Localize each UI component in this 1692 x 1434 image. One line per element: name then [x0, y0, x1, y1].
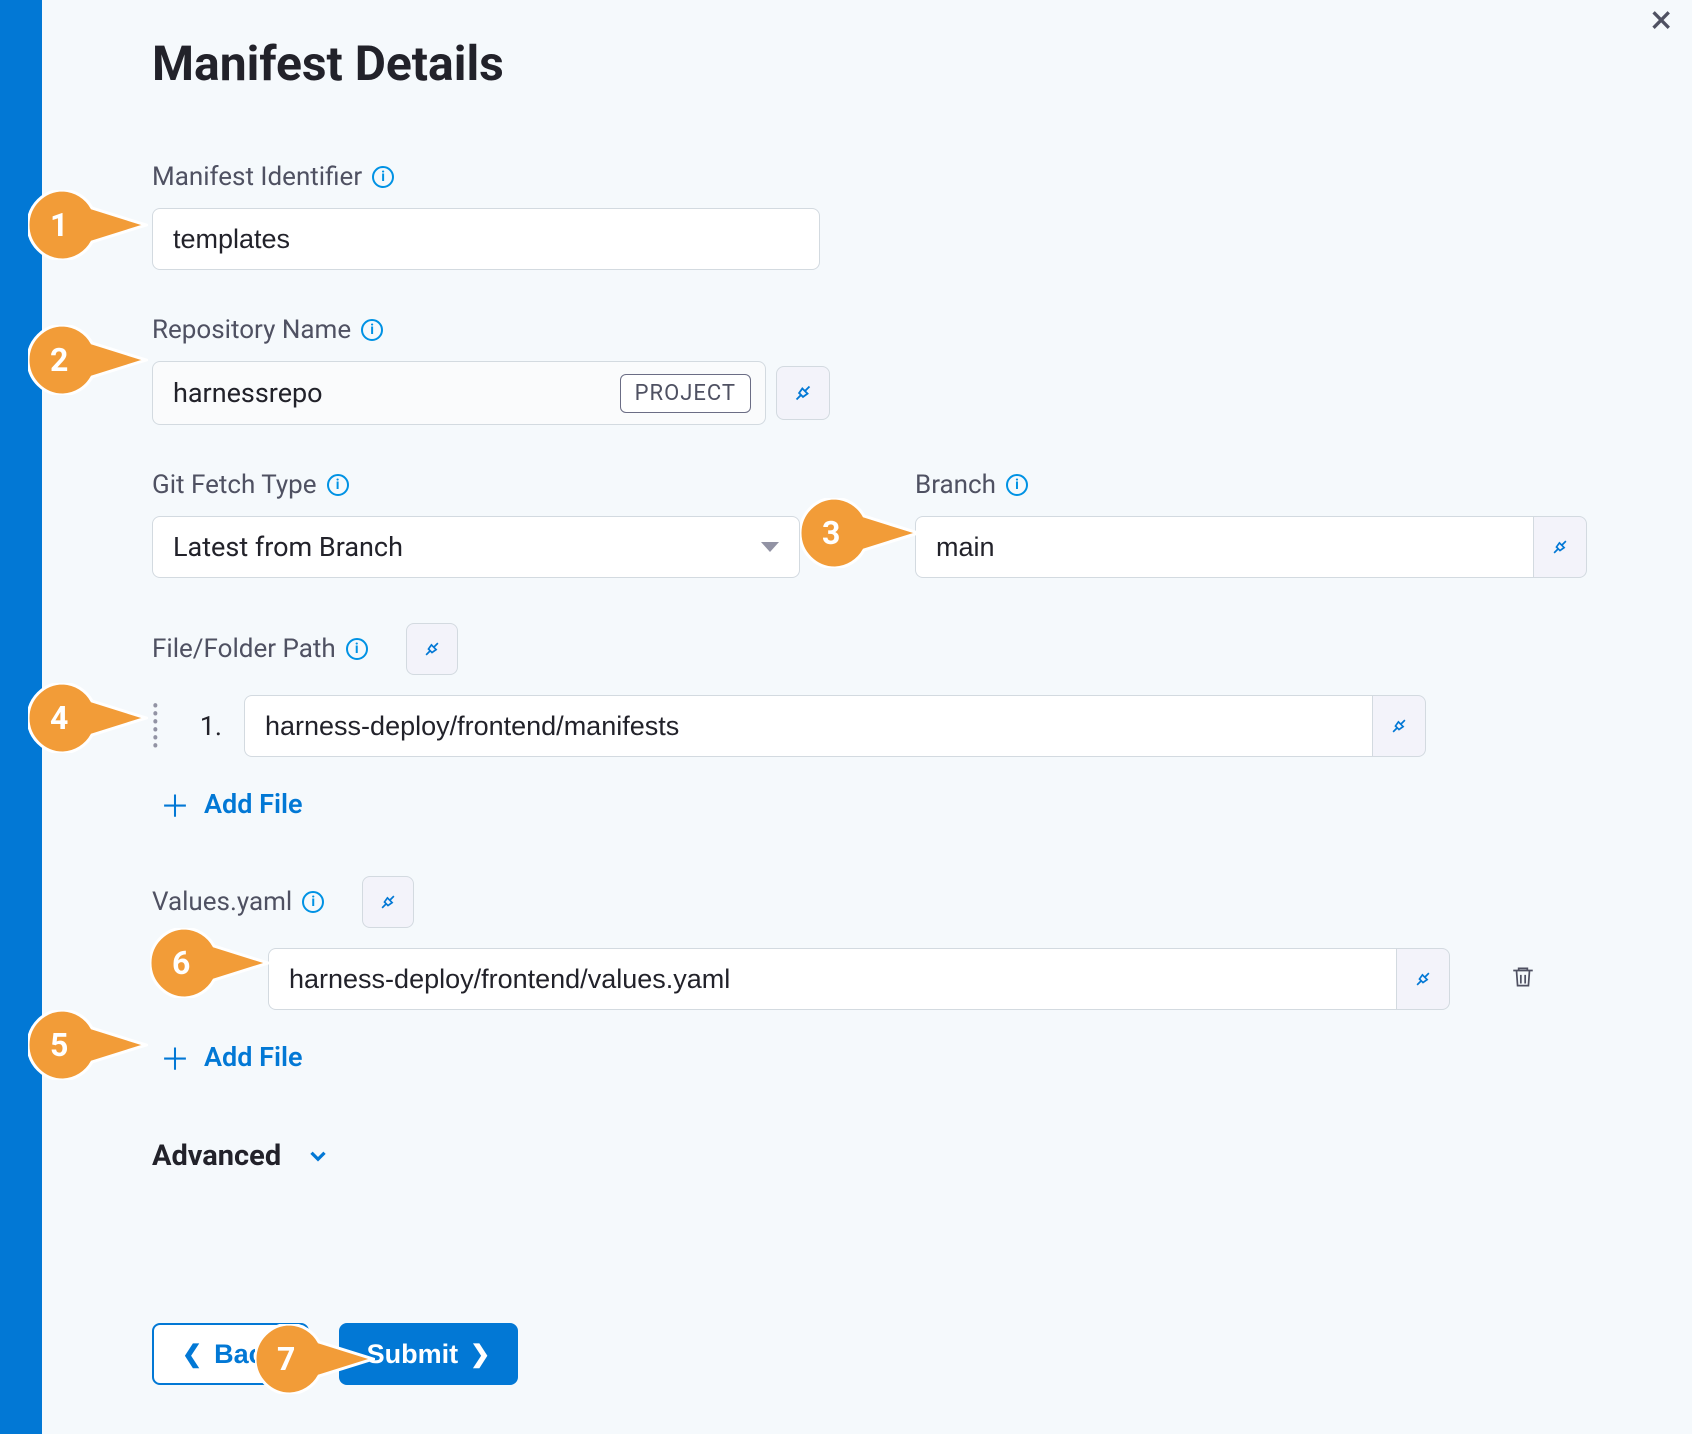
pin-icon — [1409, 965, 1437, 993]
pin-button[interactable] — [1396, 948, 1450, 1010]
add-file-label: Add File — [204, 788, 303, 820]
file-path-row: • •• •• • 1. — [152, 695, 1692, 757]
repository-name-select[interactable]: harnessrepo PROJECT — [152, 361, 766, 425]
delete-row-button[interactable] — [1510, 962, 1536, 996]
pin-icon — [418, 635, 446, 663]
pin-button[interactable] — [362, 876, 414, 928]
chevron-right-icon: ❯ — [470, 1340, 490, 1369]
info-icon[interactable]: i — [346, 638, 368, 660]
chevron-down-icon — [305, 1143, 331, 1169]
values-yaml-input[interactable] — [268, 948, 1396, 1010]
trash-icon — [1510, 962, 1536, 992]
values-yaml-label: Values.yaml — [152, 887, 292, 917]
add-file-button[interactable]: ＋ Add File — [160, 782, 303, 826]
field-values-yaml: Values.yaml i — [152, 876, 1692, 1010]
chevron-down-icon — [761, 542, 779, 552]
pin-button[interactable] — [406, 623, 458, 675]
pin-icon — [1546, 533, 1574, 561]
chevron-left-icon: ❮ — [182, 1340, 202, 1369]
row-index: 1. — [192, 710, 222, 742]
info-icon[interactable]: i — [361, 319, 383, 341]
page-title: Manifest Details — [152, 35, 1692, 92]
info-icon[interactable]: i — [327, 474, 349, 496]
field-branch: Branch i — [915, 470, 1587, 578]
branch-label: Branch — [915, 470, 996, 500]
file-folder-path-label: File/Folder Path — [152, 634, 336, 664]
pin-icon — [1385, 712, 1413, 740]
file-path-input[interactable] — [244, 695, 1372, 757]
manifest-identifier-label: Manifest Identifier — [152, 162, 362, 192]
scope-badge: PROJECT — [620, 374, 751, 413]
add-file-label: Add File — [204, 1041, 303, 1073]
field-git-fetch-type: Git Fetch Type i Latest from Branch — [152, 470, 800, 578]
field-manifest-identifier: Manifest Identifier i — [152, 162, 1692, 270]
field-repository-name: Repository Name i harnessrepo PROJECT — [152, 315, 1692, 425]
submit-label: Submit — [367, 1339, 459, 1370]
manifest-identifier-input[interactable] — [152, 208, 820, 270]
submit-button[interactable]: Submit ❯ — [339, 1323, 519, 1385]
plus-icon: ＋ — [160, 782, 190, 826]
values-yaml-row — [268, 948, 1692, 1010]
info-icon[interactable]: i — [372, 166, 394, 188]
git-fetch-type-label: Git Fetch Type — [152, 470, 317, 500]
advanced-label: Advanced — [152, 1139, 281, 1173]
pin-button[interactable] — [776, 366, 830, 420]
plus-icon: ＋ — [160, 1035, 190, 1079]
branch-input[interactable] — [915, 516, 1533, 578]
advanced-toggle[interactable]: Advanced — [152, 1139, 1692, 1173]
left-accent-stripe — [0, 0, 42, 1434]
git-fetch-type-value: Latest from Branch — [173, 531, 403, 563]
pin-icon — [787, 377, 818, 408]
info-icon[interactable]: i — [1006, 474, 1028, 496]
add-file-button[interactable]: ＋ Add File — [160, 1035, 303, 1079]
back-button[interactable]: ❮ Back — [152, 1323, 309, 1385]
pin-button[interactable] — [1533, 516, 1587, 578]
drag-handle-icon[interactable]: • •• •• • — [152, 702, 170, 750]
pin-button[interactable] — [1372, 695, 1426, 757]
back-label: Back — [214, 1339, 279, 1370]
field-file-folder-path: File/Folder Path i • •• •• • 1. — [152, 623, 1692, 757]
repository-name-value: harnessrepo — [173, 377, 323, 409]
git-fetch-type-select[interactable]: Latest from Branch — [152, 516, 800, 578]
info-icon[interactable]: i — [302, 891, 324, 913]
pin-icon — [374, 888, 402, 916]
repository-name-label: Repository Name — [152, 315, 351, 345]
